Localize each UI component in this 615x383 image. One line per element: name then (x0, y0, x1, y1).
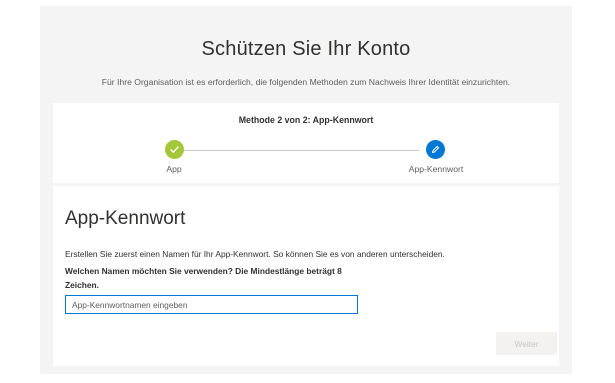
page-title: Schützen Sie Ihr Konto (201, 38, 411, 60)
form-question: Welchen Namen möchten Sie verwenden? Die… (65, 266, 342, 290)
step-label: App (166, 164, 182, 174)
progress-card: Methode 2 von 2: App-Kennwort App App-Ke… (53, 103, 559, 183)
next-button[interactable]: Weiter (496, 332, 557, 355)
checkmark-icon (170, 146, 179, 153)
step-label: App-Kennwort (408, 164, 464, 174)
app-password-name-input[interactable] (65, 295, 358, 314)
progress-connector (181, 150, 419, 151)
page-subtitle: Für Ihre Organisation ist es erforderlic… (101, 77, 511, 87)
form-title: App-Kennwort (65, 208, 186, 229)
form-description: Erstellen Sie zuerst einen Namen für Ihr… (65, 249, 445, 259)
form-card: App-Kennwort Erstellen Sie zuerst einen … (53, 186, 559, 366)
step-completed-indicator (165, 140, 184, 159)
progress-header: Methode 2 von 2: App-Kennwort (238, 115, 374, 125)
setup-panel: Schützen Sie Ihr Konto Für Ihre Organisa… (40, 6, 572, 374)
step-current-indicator (426, 140, 445, 159)
pencil-icon (432, 145, 440, 153)
